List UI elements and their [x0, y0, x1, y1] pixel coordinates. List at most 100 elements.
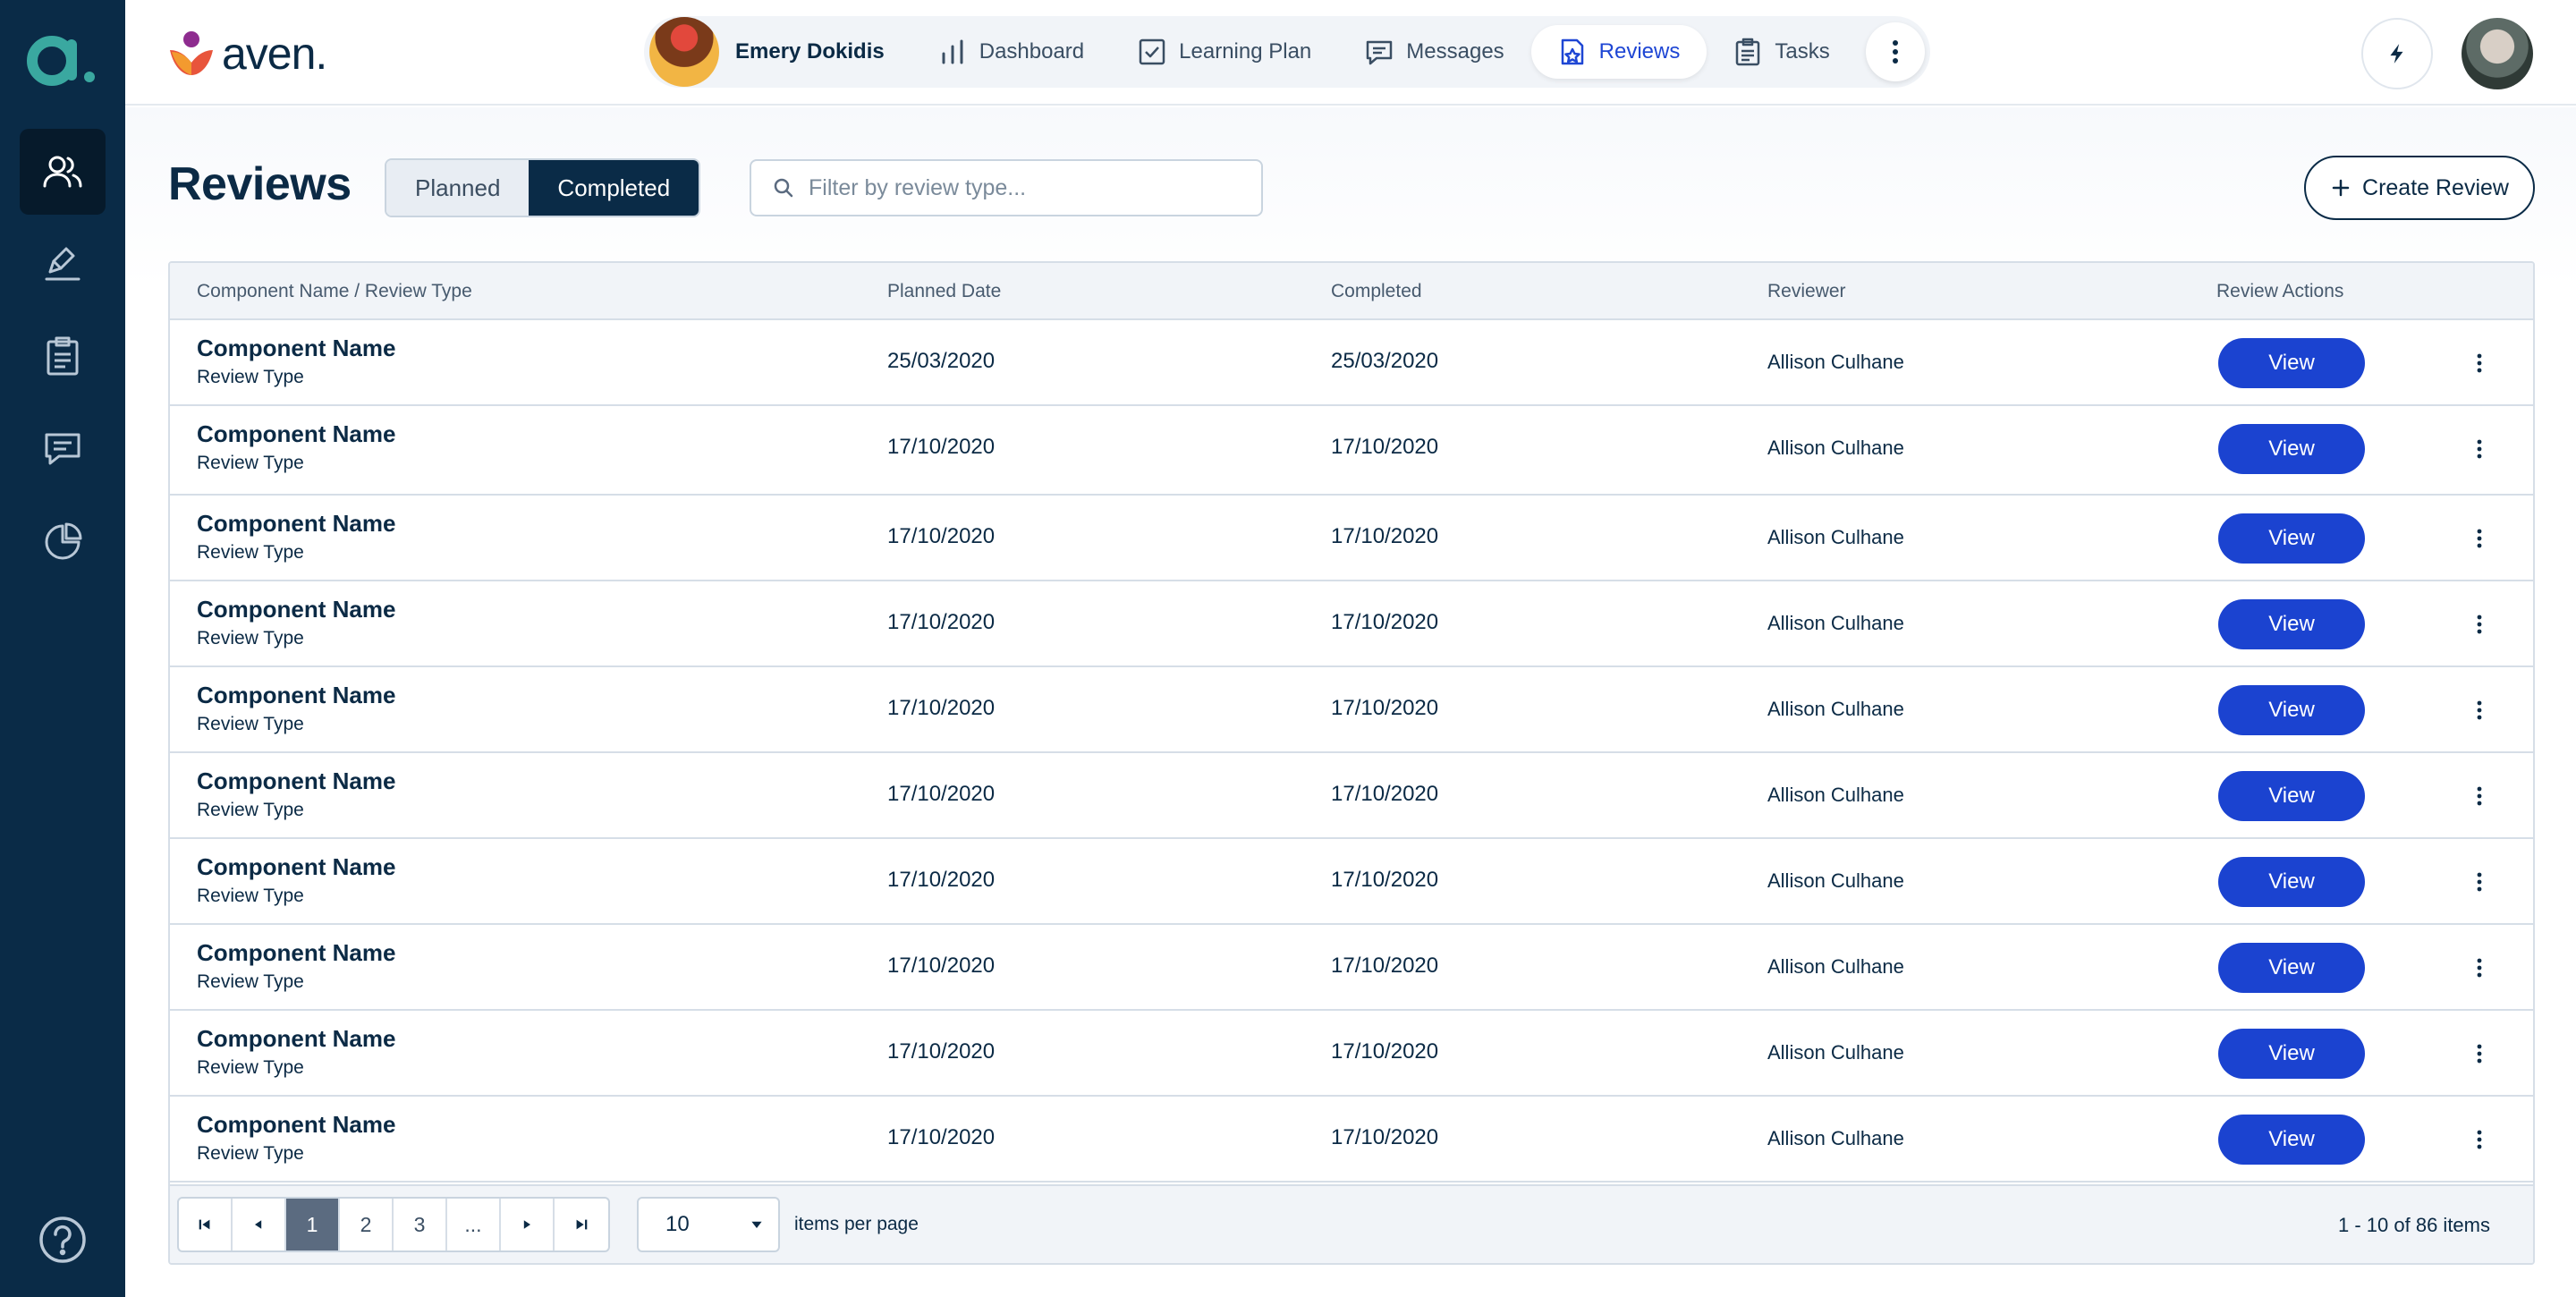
- planned-date: 17/10/2020: [887, 1125, 996, 1149]
- row-menu-button[interactable]: [2462, 1036, 2497, 1072]
- quick-actions-button[interactable]: [2361, 18, 2433, 89]
- completed-date: 17/10/2020: [1331, 435, 1439, 459]
- table-row: Component Name Review Type 17/10/2020 17/10…: [170, 667, 2533, 753]
- table-row: Component Name Review Type 17/10/2020 17/10…: [170, 925, 2533, 1011]
- clipboard-icon: [47, 336, 79, 376]
- table-row: Component Name Review Type 17/10/2020 17/10…: [170, 1097, 2533, 1183]
- nav-tasks[interactable]: Tasks: [1707, 25, 1856, 79]
- view-button[interactable]: View: [2218, 338, 2365, 388]
- reviewer-name: Allison Culhane: [1767, 437, 1904, 459]
- row-menu-button[interactable]: [2462, 950, 2497, 986]
- filter-input[interactable]: [809, 174, 1238, 201]
- page-ellipsis-button[interactable]: ...: [447, 1199, 501, 1250]
- more-vertical-icon: [2477, 700, 2482, 720]
- row-menu-button[interactable]: [2462, 1122, 2497, 1157]
- rail-pen[interactable]: [20, 220, 106, 306]
- table-row: Component Name Review Type 17/10/2020 17/10…: [170, 753, 2533, 839]
- reviewer-name: Allison Culhane: [1767, 1127, 1904, 1149]
- table-row: Component Name Review Type 17/10/2020 17/10…: [170, 496, 2533, 581]
- lightning-icon: [2390, 44, 2403, 64]
- nav-messages[interactable]: Messages: [1338, 25, 1530, 79]
- rail-clipboard[interactable]: [20, 313, 106, 399]
- more-vertical-icon: [2477, 1130, 2482, 1149]
- view-button[interactable]: View: [2218, 771, 2365, 821]
- pagination-info: 1 - 10 of 86 items: [2338, 1214, 2490, 1236]
- page-3-button[interactable]: 3: [394, 1199, 447, 1250]
- component-name: Component Name: [197, 596, 396, 623]
- page-2-button[interactable]: 2: [340, 1199, 394, 1250]
- filter-field: [750, 159, 1263, 216]
- rail-chat[interactable]: [20, 406, 106, 492]
- nav-more-button[interactable]: [1865, 22, 1925, 81]
- nav-user[interactable]: Emery Dokidis: [649, 17, 911, 87]
- nav-dashboard-label: Dashboard: [979, 39, 1085, 64]
- next-page-icon: [523, 1220, 530, 1229]
- review-type: Review Type: [197, 714, 304, 734]
- help-icon: [39, 1216, 86, 1263]
- view-button[interactable]: View: [2218, 513, 2365, 564]
- review-status-toggle: Planned Completed: [385, 158, 701, 217]
- per-page-select[interactable]: 10: [637, 1197, 780, 1252]
- page-1-button[interactable]: 1: [286, 1199, 340, 1250]
- per-page-value: 10: [665, 1212, 690, 1236]
- row-menu-button[interactable]: [2462, 521, 2497, 556]
- row-menu-button[interactable]: [2462, 864, 2497, 900]
- table-row: Component Name Review Type 25/03/2020 25/03…: [170, 320, 2533, 406]
- nav-learning-plan[interactable]: Learning Plan: [1111, 25, 1338, 79]
- more-vertical-icon: [2477, 1044, 2482, 1064]
- completed-date: 17/10/2020: [1331, 610, 1439, 634]
- review-type: Review Type: [197, 367, 304, 387]
- view-button[interactable]: View: [2218, 857, 2365, 907]
- row-menu-button[interactable]: [2462, 692, 2497, 728]
- tab-planned[interactable]: Planned: [386, 160, 530, 216]
- planned-date: 17/10/2020: [887, 782, 996, 806]
- left-rail: [0, 0, 125, 1297]
- view-button[interactable]: View: [2218, 943, 2365, 993]
- row-menu-button[interactable]: [2462, 778, 2497, 814]
- component-name: Component Name: [197, 682, 396, 708]
- create-review-button[interactable]: Create Review: [2304, 156, 2535, 220]
- reviewer-name: Allison Culhane: [1767, 698, 1904, 720]
- chat-icon: [45, 433, 80, 465]
- planned-date: 17/10/2020: [887, 954, 996, 978]
- next-page-button[interactable]: [501, 1199, 555, 1250]
- header-planned-date: Planned Date: [887, 281, 1002, 301]
- view-button[interactable]: View: [2218, 1115, 2365, 1165]
- completed-date: 17/10/2020: [1331, 868, 1439, 892]
- prev-page-button[interactable]: [233, 1199, 286, 1250]
- view-button[interactable]: View: [2218, 685, 2365, 735]
- review-type: Review Type: [197, 1057, 304, 1078]
- brand-logo[interactable]: aven.: [165, 27, 327, 81]
- planned-date: 17/10/2020: [887, 524, 996, 548]
- planned-date: 25/03/2020: [887, 349, 996, 373]
- view-button[interactable]: View: [2218, 1029, 2365, 1079]
- user-avatar: [649, 17, 719, 87]
- header-review-actions: Review Actions: [2216, 281, 2344, 301]
- row-menu-button[interactable]: [2462, 431, 2497, 467]
- chevron-down-icon: [751, 1221, 762, 1228]
- nav-reviews[interactable]: Reviews: [1530, 25, 1707, 79]
- account-avatar[interactable]: [2462, 18, 2533, 89]
- planned-date: 17/10/2020: [887, 610, 996, 634]
- view-button[interactable]: View: [2218, 599, 2365, 649]
- row-menu-button[interactable]: [2462, 606, 2497, 642]
- view-button[interactable]: View: [2218, 424, 2365, 474]
- last-page-button[interactable]: [555, 1199, 608, 1250]
- table-row: Component Name Review Type 17/10/2020 17/10…: [170, 1011, 2533, 1097]
- rail-people[interactable]: [20, 129, 106, 215]
- completed-date: 17/10/2020: [1331, 782, 1439, 806]
- nav-dashboard[interactable]: Dashboard: [911, 25, 1111, 79]
- app-logo[interactable]: [27, 27, 98, 89]
- reviewer-name: Allison Culhane: [1767, 351, 1904, 373]
- rail-reports[interactable]: [20, 499, 106, 585]
- help-button[interactable]: [36, 1213, 89, 1267]
- reviewer-name: Allison Culhane: [1767, 526, 1904, 548]
- first-page-button[interactable]: [179, 1199, 233, 1250]
- tab-completed[interactable]: Completed: [529, 160, 699, 216]
- row-menu-button[interactable]: [2462, 345, 2497, 381]
- first-page-icon: [199, 1219, 210, 1230]
- planned-date: 17/10/2020: [887, 1039, 996, 1064]
- more-vertical-icon: [1892, 40, 1898, 64]
- planned-date: 17/10/2020: [887, 868, 996, 892]
- table-row: Component Name Review Type 17/10/2020 17/10…: [170, 581, 2533, 667]
